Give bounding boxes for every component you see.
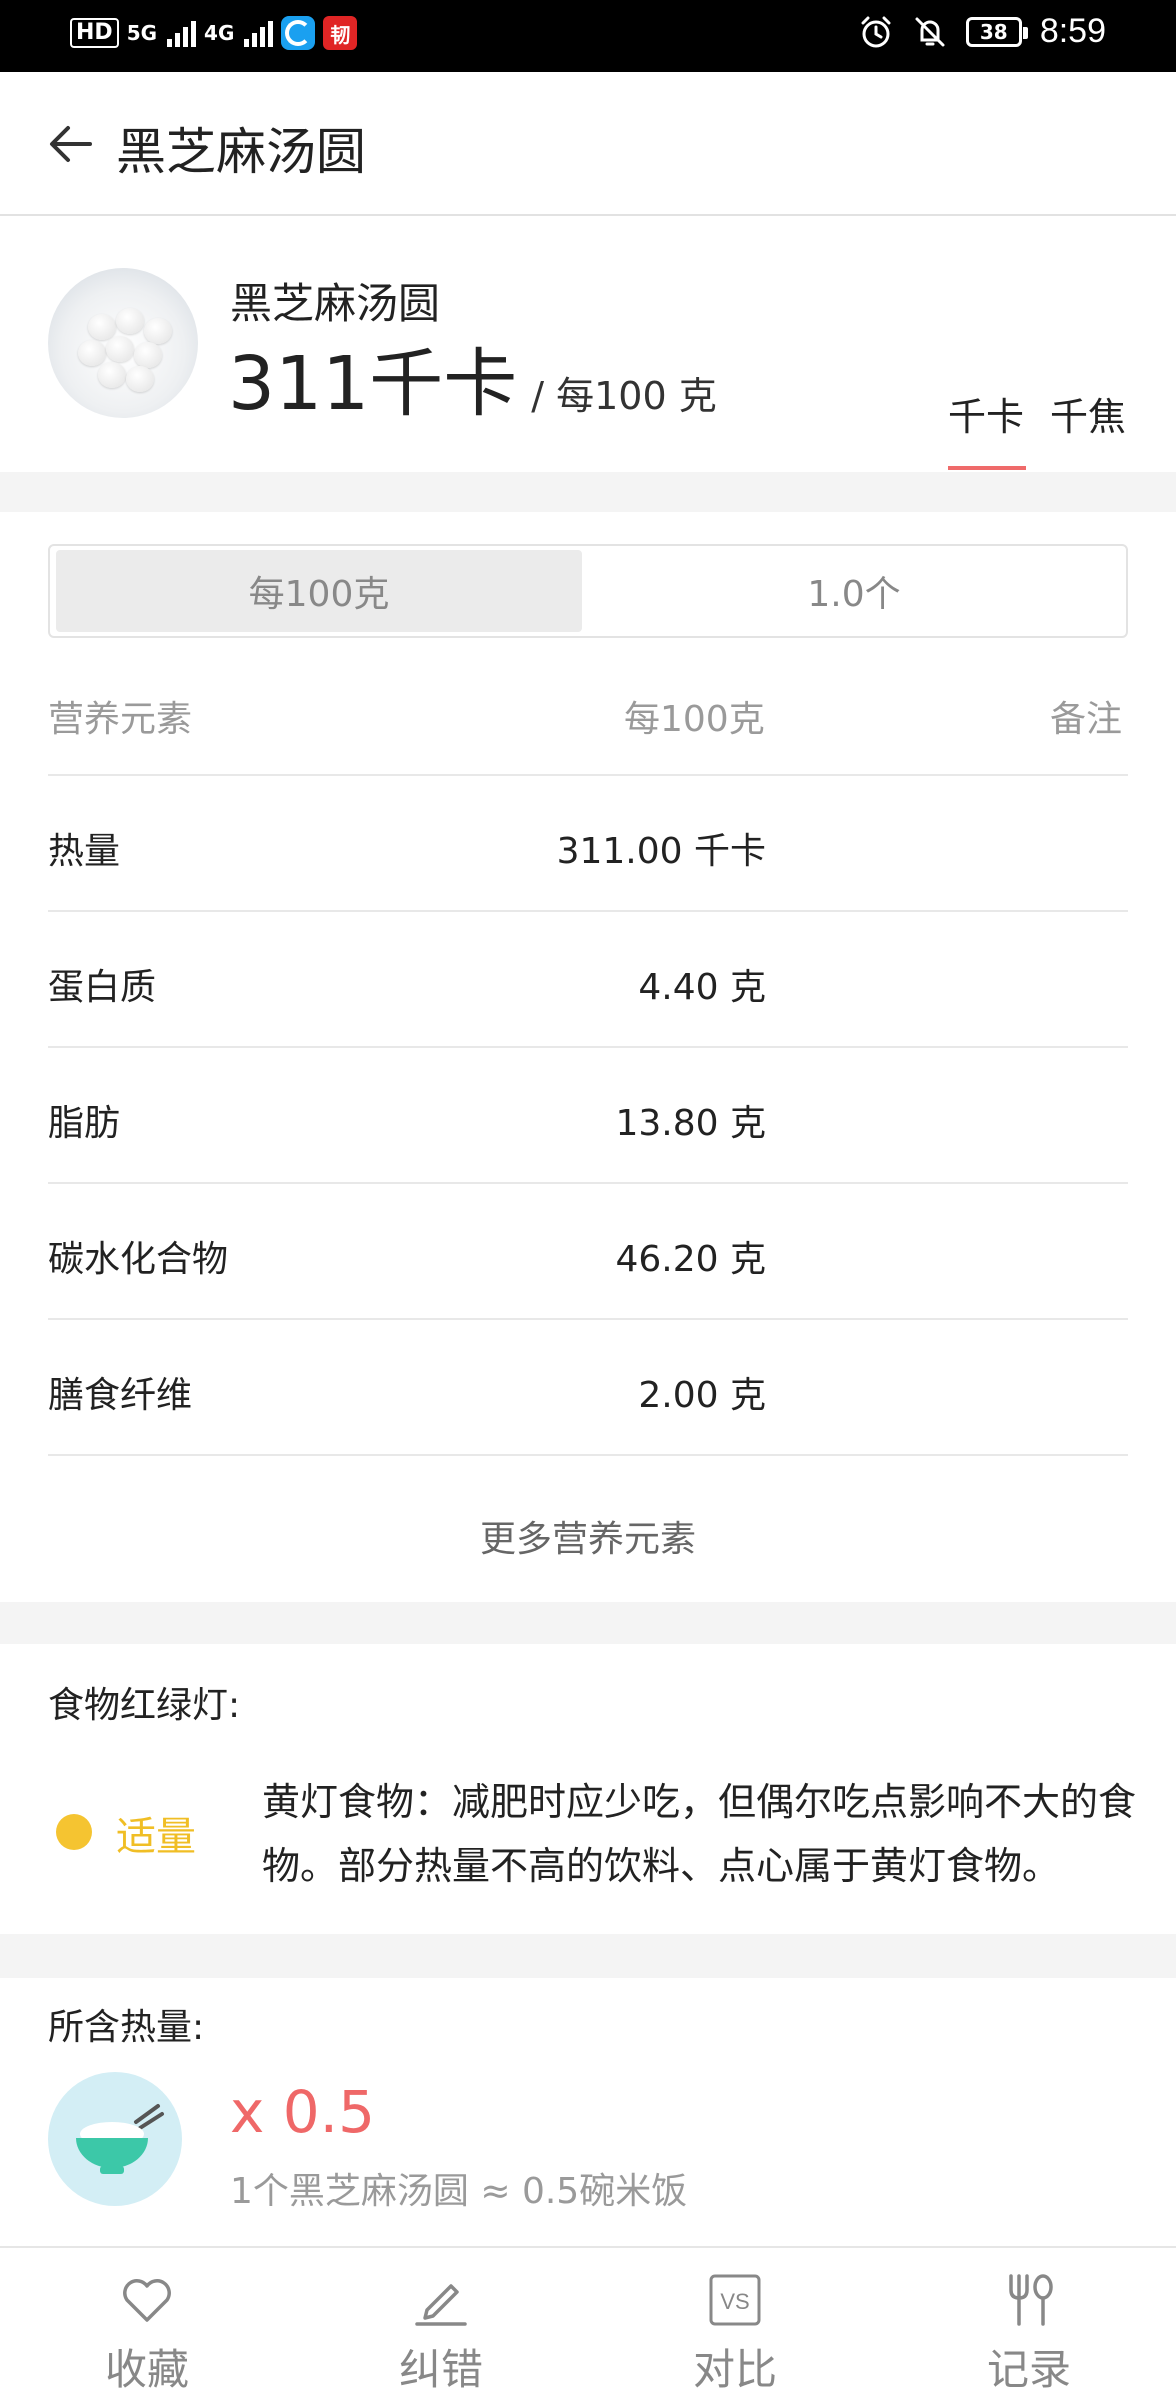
status-bar: HD 5G 4G 韧 38 8:59	[0, 0, 1176, 72]
nav-record-button[interactable]: 记录	[882, 2248, 1176, 2400]
nutrient-name: 蛋白质	[48, 967, 157, 1008]
more-nutrients-link[interactable]: 更多营养元素	[0, 1510, 1176, 1562]
svg-text:VS: VS	[720, 2289, 749, 2314]
calorie-value: 311千卡	[228, 341, 518, 427]
clock: 8:59	[1039, 12, 1106, 50]
fork-spoon-icon	[1009, 2274, 1053, 2326]
calorie-summary: 311千卡 / 每100 克	[228, 324, 717, 431]
per-unit-label: / 每100 克	[531, 374, 717, 418]
nav-label: 记录	[986, 2345, 1071, 2394]
nav-label: 收藏	[104, 2345, 189, 2394]
nav-label: 对比	[692, 2345, 777, 2394]
notification-app-icon: 韧	[323, 16, 358, 50]
status-bar-left: HD 5G 4G 韧	[70, 16, 358, 50]
column-header-nutrient: 营养元素	[48, 699, 193, 740]
serving-option-per-piece[interactable]: 1.0个	[586, 550, 1122, 632]
vs-icon: VS	[709, 2274, 761, 2326]
traffic-light-level: 适量	[116, 1814, 196, 1860]
food-image	[48, 268, 198, 418]
table-row: 脂肪 13.80 克	[48, 1048, 1128, 1184]
table-row: 膳食纤维 2.00 克	[48, 1320, 1128, 1456]
nav-correct-button[interactable]: 纠错	[294, 2248, 588, 2400]
status-bar-right: 38 8:59	[858, 12, 1106, 51]
nutrient-name: 膳食纤维	[48, 1375, 193, 1416]
calorie-equivalent-description: 1个黑芝麻汤圆 ≈ 0.5碗米饭	[230, 2171, 688, 2212]
nutrient-name: 热量	[48, 831, 121, 872]
active-tab-indicator	[948, 466, 1026, 470]
heart-icon	[123, 2279, 171, 2322]
serving-selector: 每100克 1.0个	[48, 544, 1128, 638]
pencil-icon	[415, 2284, 467, 2326]
back-arrow-icon[interactable]	[44, 116, 100, 172]
nutrient-value: 4.40 克	[638, 967, 766, 1008]
table-row: 蛋白质 4.40 克	[48, 912, 1128, 1048]
mute-bell-icon	[915, 17, 945, 46]
tab-kcal[interactable]: 千卡	[948, 386, 1024, 441]
signal-bars-icon	[244, 19, 274, 47]
hd-indicator: HD	[70, 18, 119, 48]
nutrient-name: 碳水化合物	[48, 1239, 229, 1280]
app-bar: 黑芝麻汤圆	[0, 72, 1176, 216]
nav-label: 纠错	[398, 2345, 483, 2394]
nav-compare-button[interactable]: VS 对比	[588, 2248, 882, 2400]
column-header-per100g: 每100克	[624, 699, 765, 740]
signal-label-4g: 4G	[204, 21, 235, 45]
food-header: 黑芝麻汤圆 311千卡 / 每100 克 千卡 千焦	[0, 216, 1176, 472]
table-row: 热量 311.00 千卡	[48, 776, 1128, 912]
nutrient-value: 46.20 克	[615, 1239, 766, 1280]
table-row: 碳水化合物 46.20 克	[48, 1184, 1128, 1320]
traffic-light-section: 食物红绿灯: 适量 黄灯食物：减肥时应少吃，但偶尔吃点影响不大的食物。部分热量不…	[0, 1644, 1176, 1934]
battery-icon: 38	[965, 16, 1028, 47]
calorie-equivalent-section: 所含热量: x 0.5 1个黑芝麻汤圆 ≈ 0.5碗米饭	[0, 1978, 1176, 2248]
nav-favorite-button[interactable]: 收藏	[0, 2248, 294, 2400]
nutrient-value: 2.00 克	[638, 1375, 766, 1416]
nutrient-card: 每100克 1.0个 营养元素 每100克 备注 热量 311.00 千卡 蛋白…	[0, 512, 1176, 1602]
page-title: 黑芝麻汤圆	[116, 123, 366, 181]
section-divider	[0, 1602, 1176, 1644]
food-name: 黑芝麻汤圆	[230, 279, 441, 328]
rice-multiplier: x 0.5	[230, 2078, 375, 2146]
rice-bowl-icon	[48, 2072, 182, 2206]
section-divider	[0, 472, 1176, 512]
calorie-equivalent-title: 所含热量:	[48, 2007, 205, 2048]
tab-kj[interactable]: 千焦	[1050, 386, 1126, 441]
signal-label-5g: 5G	[126, 21, 158, 45]
bottom-nav: 收藏 纠错 VS 对比 记录	[0, 2246, 1176, 2400]
traffic-light-description: 黄灯食物：减肥时应少吃，但偶尔吃点影响不大的食物。部分热量不高的饮料、点心属于黄…	[262, 1780, 1137, 1888]
alarm-icon	[861, 16, 891, 47]
nutrient-value: 13.80 克	[615, 1103, 766, 1144]
nutrient-value: 311.00 千卡	[556, 831, 766, 872]
browser-app-icon	[281, 16, 316, 50]
nutrient-name: 脂肪	[48, 1103, 121, 1144]
traffic-light-title: 食物红绿灯:	[48, 1685, 241, 1726]
signal-bars-icon	[167, 19, 197, 47]
column-header-note: 备注	[1050, 699, 1123, 740]
serving-option-per100g[interactable]: 每100克	[56, 550, 582, 632]
yellow-dot-icon	[56, 1814, 92, 1850]
section-divider	[0, 1934, 1176, 1978]
